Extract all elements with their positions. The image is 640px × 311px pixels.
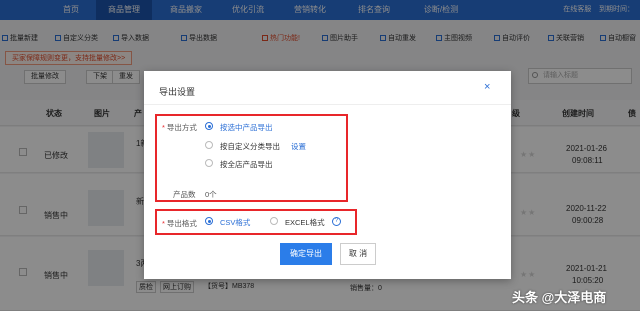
watermark-text: 头条 @大泽电商: [512, 290, 607, 305]
option-csv[interactable]: CSV格式: [220, 217, 250, 228]
option-all-products[interactable]: 按全店产品导出: [220, 159, 273, 170]
close-icon[interactable]: ×: [484, 81, 490, 93]
radio-selected-products[interactable]: [205, 122, 213, 130]
option-selected-products[interactable]: 按选中产品导出: [220, 122, 273, 133]
product-count-value: 0个: [205, 190, 217, 199]
radio-all-products[interactable]: [205, 159, 213, 167]
export-format-label: * 导出格式: [162, 219, 197, 228]
dialog-divider: [144, 104, 511, 105]
dialog-title: 导出设置: [159, 87, 196, 97]
help-icon[interactable]: ?: [332, 217, 341, 226]
product-count-label: 产品数: [173, 190, 196, 199]
category-setting-link[interactable]: 设置: [291, 141, 306, 152]
option-custom-category[interactable]: 按自定义分类导出: [220, 141, 280, 152]
option-excel[interactable]: EXCEL格式: [285, 217, 325, 228]
export-settings-dialog: 导出设置 × * 导出方式 按选中产品导出 按自定义分类导出 设置 按全店产品导出…: [144, 71, 511, 279]
cancel-button[interactable]: 取 消: [340, 243, 376, 265]
export-mode-label: * 导出方式: [162, 123, 197, 132]
radio-custom-category[interactable]: [205, 141, 213, 149]
radio-csv[interactable]: [205, 217, 213, 225]
confirm-export-button[interactable]: 确定导出: [280, 243, 332, 265]
radio-excel[interactable]: [270, 217, 278, 225]
